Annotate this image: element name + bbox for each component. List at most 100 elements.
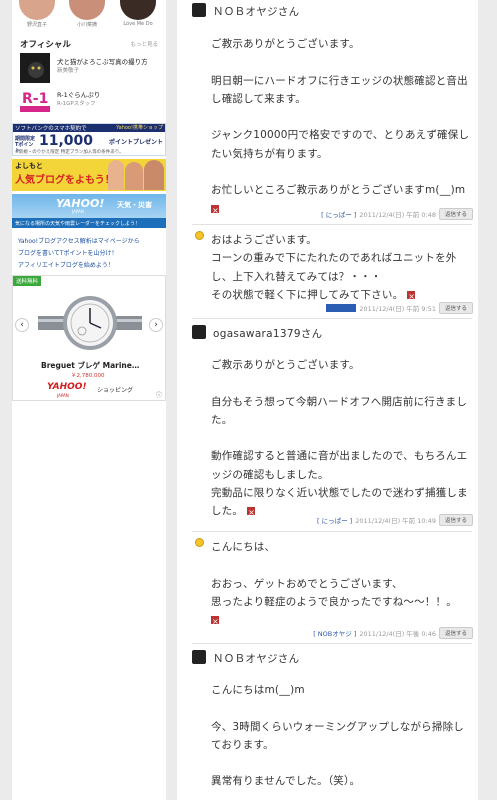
yoshimoto-blog-banner[interactable]: よしもと 人気ブログをよもう！: [12, 159, 166, 191]
comment-line: 異常有りませんでした。（笑）。: [211, 775, 361, 788]
comment-line: [211, 163, 473, 181]
promo-link[interactable]: ブログを書いてTポイントを山分け！: [18, 248, 118, 257]
cat-thumbnail: [20, 53, 50, 83]
yahoo-shopping-logo: YAHOO!: [47, 382, 87, 392]
face-thumb[interactable]: [69, 0, 105, 20]
banner-shop: Yahoo!携帯ショップ: [116, 125, 163, 131]
comment-line: [211, 699, 473, 717]
official-item-title[interactable]: R-1ぐらんぷり: [57, 89, 100, 99]
sidebar: 野沢直子 小川菜摘 Love Me Do オフィシャル もっと見る 犬と猫がよろ…: [12, 0, 166, 800]
face-thumb[interactable]: [19, 0, 55, 20]
official-item-author: R-1GPスタッフ: [57, 101, 96, 107]
official-item[interactable]: R-1 R-1ぐらんぷり R-1GPスタッフ: [20, 86, 160, 116]
official-item-title[interactable]: 犬と猫がよろこぶ写真の撮り方: [57, 56, 148, 66]
comment-meta: [ にっぱー ] 2011/12/4(日) 午前 10:49 返信する: [317, 514, 473, 526]
avatar[interactable]: [192, 650, 206, 664]
banner-points: 11,000: [39, 133, 94, 149]
banner-caption: 気になる場所の天気や雨雲レーダーをチェックしよう！: [15, 221, 141, 227]
comment-meta: 2011/12/4(日) 午前 9:51 返信する: [326, 302, 473, 314]
softbank-banner[interactable]: ソフトバンクのスマホ契約で Yahoo!携帯ショップ 期間限定 Tポイント 11…: [12, 123, 166, 156]
face-caption: Love Me Do: [123, 21, 153, 27]
shopping-ad[interactable]: 送料無料 ‹ › Breguet ブレゲ Marine… ￥2,780,000 …: [12, 275, 166, 401]
divider: [192, 224, 472, 225]
broken-image-icon: [211, 613, 219, 631]
product-price: ￥2,780,000: [71, 373, 105, 379]
broken-image-icon: [407, 288, 416, 306]
celebrity-faces: 野沢直子 小川菜摘 Love Me Do: [12, 0, 166, 30]
comment-line: 今、3時間くらいウォーミングアップしながら掃除しております。: [211, 720, 464, 751]
banner-text: ソフトバンクのスマホ契約で: [15, 126, 87, 132]
comments-column: ＮＯＢオヤジさん ご教示ありがとうございます。 明日朝一にハードオフに行きエッジ…: [177, 0, 478, 800]
avatar[interactable]: [192, 325, 206, 339]
banner-suffix: ポイントプレゼント: [109, 139, 164, 146]
comment-date: 2011/12/4(日) 午前 10:49: [355, 517, 436, 525]
banner-note: ※新規・のりかえ限定 特定プラン加入等の条件あり。: [15, 150, 124, 155]
reply-button[interactable]: 返信する: [438, 208, 473, 220]
commenter-name[interactable]: ＮＯＢオヤジさん: [213, 651, 299, 666]
broken-image-icon: [211, 202, 219, 220]
comment-line: [211, 556, 473, 574]
comment-line: [211, 754, 473, 772]
comment-line: 思ったより軽症のようで良かったですね〜〜！！。: [211, 595, 457, 608]
comment-line: その状態で軽く下に押してみて下さい。: [211, 288, 404, 301]
comment-line: [211, 429, 473, 447]
comment-line: お忙しいところご教示ありがとうございますm(__)m: [211, 184, 466, 197]
face-thumb[interactable]: [120, 0, 156, 20]
banner-text: よしもと: [15, 162, 43, 170]
comment-date: 2011/12/4(日) 午前 9:51: [359, 305, 436, 313]
reply-button[interactable]: 返信する: [438, 514, 473, 526]
svg-text:R-1: R-1: [22, 91, 48, 107]
next-arrow-icon[interactable]: ›: [149, 318, 163, 332]
comment-line: [211, 53, 473, 71]
official-more-link[interactable]: もっと見る: [130, 40, 158, 48]
comment-line: ご教示ありがとうございます。: [211, 38, 360, 50]
comment-author-link[interactable]: [ にっぱー ]: [317, 515, 352, 525]
yahoo-weather-banner[interactable]: YAHOO! 天気・災害 JAPAN 気になる場所の天気や雨雲レーダーをチェック…: [12, 194, 166, 228]
comment-body: こんにちはm(__)m 今、3時間くらいウォーミングアップしながら掃除しておりま…: [211, 681, 473, 791]
product-name[interactable]: Breguet ブレゲ Marine…: [41, 360, 139, 371]
commenter-name[interactable]: ＮＯＢオヤジさん: [213, 4, 299, 19]
comment-line: ご教示ありがとうございます。: [211, 359, 360, 371]
reply-button[interactable]: 返信する: [438, 627, 473, 639]
free-shipping-badge: 送料無料: [13, 276, 42, 286]
comment-line: こんにちはm(__)m: [211, 684, 305, 696]
official-item[interactable]: 犬と猫がよろこぶ写真の撮り方 新美敬子: [20, 53, 160, 83]
comment-line: 動作確認すると普通に音が出ましたので、もちろんエッジの確認もしました。: [211, 450, 468, 481]
comment-line: [211, 374, 473, 392]
comment-date: 2011/12/4(日) 午前 0:48: [359, 211, 436, 219]
promo-link[interactable]: アフィリエイトブログを始めよう！: [18, 260, 114, 269]
yahoo-japan-text: JAPAN: [57, 393, 69, 398]
divider: [192, 531, 472, 532]
comment-line: [211, 108, 473, 126]
comment-line: おはようございます。: [211, 234, 317, 246]
comedian-photo: [108, 160, 124, 190]
watch-image[interactable]: [38, 288, 142, 362]
comment-line: ジャンク10000円で格安ですので、とりあえず確保したい気持ちが有ります。: [211, 129, 470, 160]
comment-author-link[interactable]: [ NOBオヤジ ]: [313, 628, 356, 638]
comment-meta: [ NOBオヤジ ] 2011/12/4(日) 午後 0:46 返信する: [313, 627, 473, 639]
avatar[interactable]: [192, 3, 206, 17]
banner-japan: JAPAN: [72, 209, 84, 214]
commenter-name[interactable]: ogasawara1379さん: [213, 326, 322, 341]
reply-button[interactable]: 返信する: [438, 302, 473, 314]
broken-image-icon: [247, 504, 256, 523]
divider: [192, 318, 472, 319]
prev-arrow-icon[interactable]: ‹: [15, 318, 29, 332]
comment-line: 自分もそう想って今朝ハードオフへ開店前に行きました。: [211, 395, 468, 426]
r1-logo: R-1: [20, 86, 50, 116]
banner-text: 天気・災害: [117, 201, 152, 209]
comment-date: 2011/12/4(日) 午後 0:46: [359, 630, 436, 638]
shopping-label: ショッピング: [97, 387, 134, 394]
comment-meta: [ にっぱー ] 2011/12/4(日) 午前 0:48 返信する: [321, 208, 473, 220]
promo-link[interactable]: Yahoo!ブログアクセス解析はマイページから: [18, 236, 140, 245]
divider: [192, 643, 472, 644]
smiley-icon: [195, 231, 204, 240]
official-item-author: 新美敬子: [57, 68, 80, 74]
comment-line: 明日朝一にハードオフに行きエッジの状態確認と音出し確認して来ます。: [211, 74, 468, 105]
blog-badge-icon[interactable]: [326, 304, 357, 312]
face-caption: 小川菜摘: [76, 22, 97, 28]
comment-author-link[interactable]: [ にっぱー ]: [321, 209, 356, 219]
comment-body: ご教示ありがとうございます。 明日朝一にハードオフに行きエッジの状態確認と音出し…: [211, 35, 473, 220]
comedian-photo: [144, 160, 164, 190]
ad-info-icon[interactable]: ⓘ: [156, 390, 162, 399]
